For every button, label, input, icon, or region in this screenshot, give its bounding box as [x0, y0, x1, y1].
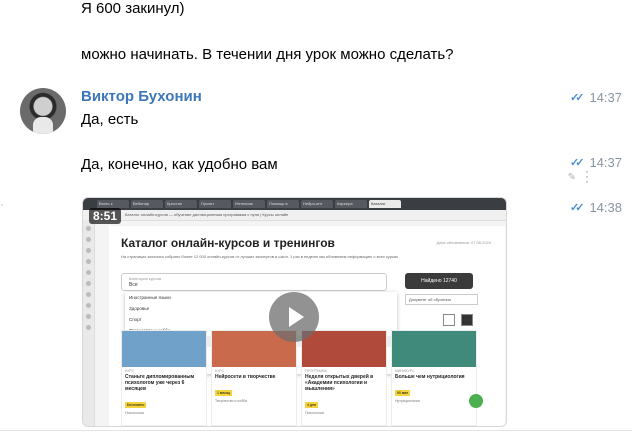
video-duration: 8:51	[89, 208, 122, 224]
browser-tab: Вебинар	[131, 200, 163, 208]
message-text: Я 600 закинул)	[81, 0, 185, 17]
select-marker-icon: ·	[0, 197, 4, 211]
category-value: Все	[129, 282, 138, 288]
page-subtitle: На страницах каталога собрано более 12 0…	[121, 254, 399, 259]
card-category: Творчество и хобби	[215, 399, 248, 403]
read-checks-icon: ✓✓	[570, 92, 585, 104]
card-title: Неделя открытых дверей в «Академии психо…	[305, 374, 374, 392]
card-title: Станьте дипломированным психологом уже ч…	[125, 374, 195, 392]
course-card: КУРС Нейросети в творчестве 1 месяц Твор…	[211, 330, 297, 426]
message-meta: ✓✓ 14:37	[570, 90, 622, 105]
card-badge: Бесплатно	[125, 402, 147, 408]
browser-tab: Кристал	[165, 200, 197, 208]
browser-sidebar	[83, 220, 95, 426]
dropdown-item: Иностранные языки	[129, 295, 171, 300]
browser-tab: Помощь в	[267, 200, 299, 208]
card-badge: 4 дня	[305, 402, 318, 408]
card-badge: 1 месяц	[215, 390, 232, 396]
list-view-icon	[443, 314, 455, 326]
card-badge: 90 мин	[395, 390, 411, 396]
page-note: Дата обновления: 07.08.2024	[436, 240, 491, 245]
video-preview[interactable]: Взять к Вебинар Кристал Проект Интенсив …	[82, 197, 507, 427]
page-title: Каталог онлайн-курсов и тренингов	[121, 236, 335, 250]
course-card: МИНИКУРС Больше чем нутрициология 90 мин…	[391, 330, 477, 426]
find-button: Найдено 12740	[405, 273, 473, 289]
dropdown-item: Здоровье	[129, 306, 150, 311]
message-text: можно начинать. В течении дня урок можно…	[81, 46, 454, 63]
course-card: КУРС Станьте дипломированным психологом …	[121, 330, 207, 426]
pencil-icon[interactable]: ✎	[568, 172, 576, 183]
browser-tab: Карьера	[335, 200, 367, 208]
sort-select: Документ об обучении	[405, 294, 478, 305]
card-category: Психология	[125, 411, 144, 415]
card-image	[392, 331, 476, 367]
message-text: Да, есть	[81, 111, 139, 128]
card-category: Нутрициология	[395, 399, 420, 403]
address-bar: Каталог онлайн-курсов — обучение дистанц…	[83, 210, 506, 221]
dropdown-item: Спорт	[129, 317, 142, 322]
message-text: Да, конечно, как удобно вам	[81, 156, 278, 173]
browser-tab: Нейро-инт	[301, 200, 333, 208]
card-category: Психология	[305, 411, 324, 415]
browser-tab: Интенсив	[233, 200, 265, 208]
message-meta: ✓✓ 14:38	[570, 200, 622, 215]
browser-tab: Проект	[199, 200, 231, 208]
more-icon[interactable]: ⋮	[580, 168, 594, 185]
card-image	[122, 331, 206, 367]
grid-view-icon	[461, 314, 473, 326]
category-select: Категория курсов Все	[121, 273, 387, 291]
avatar[interactable]	[20, 88, 66, 134]
course-cards: КУРС Станьте дипломированным психологом …	[121, 330, 477, 426]
play-icon[interactable]	[269, 292, 319, 342]
view-toggle	[443, 314, 473, 326]
read-checks-icon: ✓✓	[570, 202, 585, 214]
sender-name[interactable]: Виктор Бухонин	[81, 88, 202, 105]
course-card: ПРОГРАММА Неделя открытых дверей в «Акад…	[301, 330, 387, 426]
card-title: Нейросети в творчестве	[215, 374, 276, 380]
browser-tab-bar: Взять к Вебинар Кристал Проект Интенсив …	[83, 198, 506, 210]
read-checks-icon: ✓✓	[570, 157, 585, 169]
category-label: Категория курсов	[129, 276, 162, 281]
browser-tab: Каталог	[369, 200, 401, 208]
message-time: 14:37	[589, 155, 622, 170]
message-time: 14:38	[589, 200, 622, 215]
message-meta: ✓✓ 14:37	[570, 155, 622, 170]
message-time: 14:37	[589, 90, 622, 105]
card-title: Больше чем нутрициология	[395, 374, 465, 380]
browser-tab: Взять к	[97, 200, 129, 208]
card-image	[302, 331, 386, 367]
chat-widget-icon	[469, 394, 483, 408]
